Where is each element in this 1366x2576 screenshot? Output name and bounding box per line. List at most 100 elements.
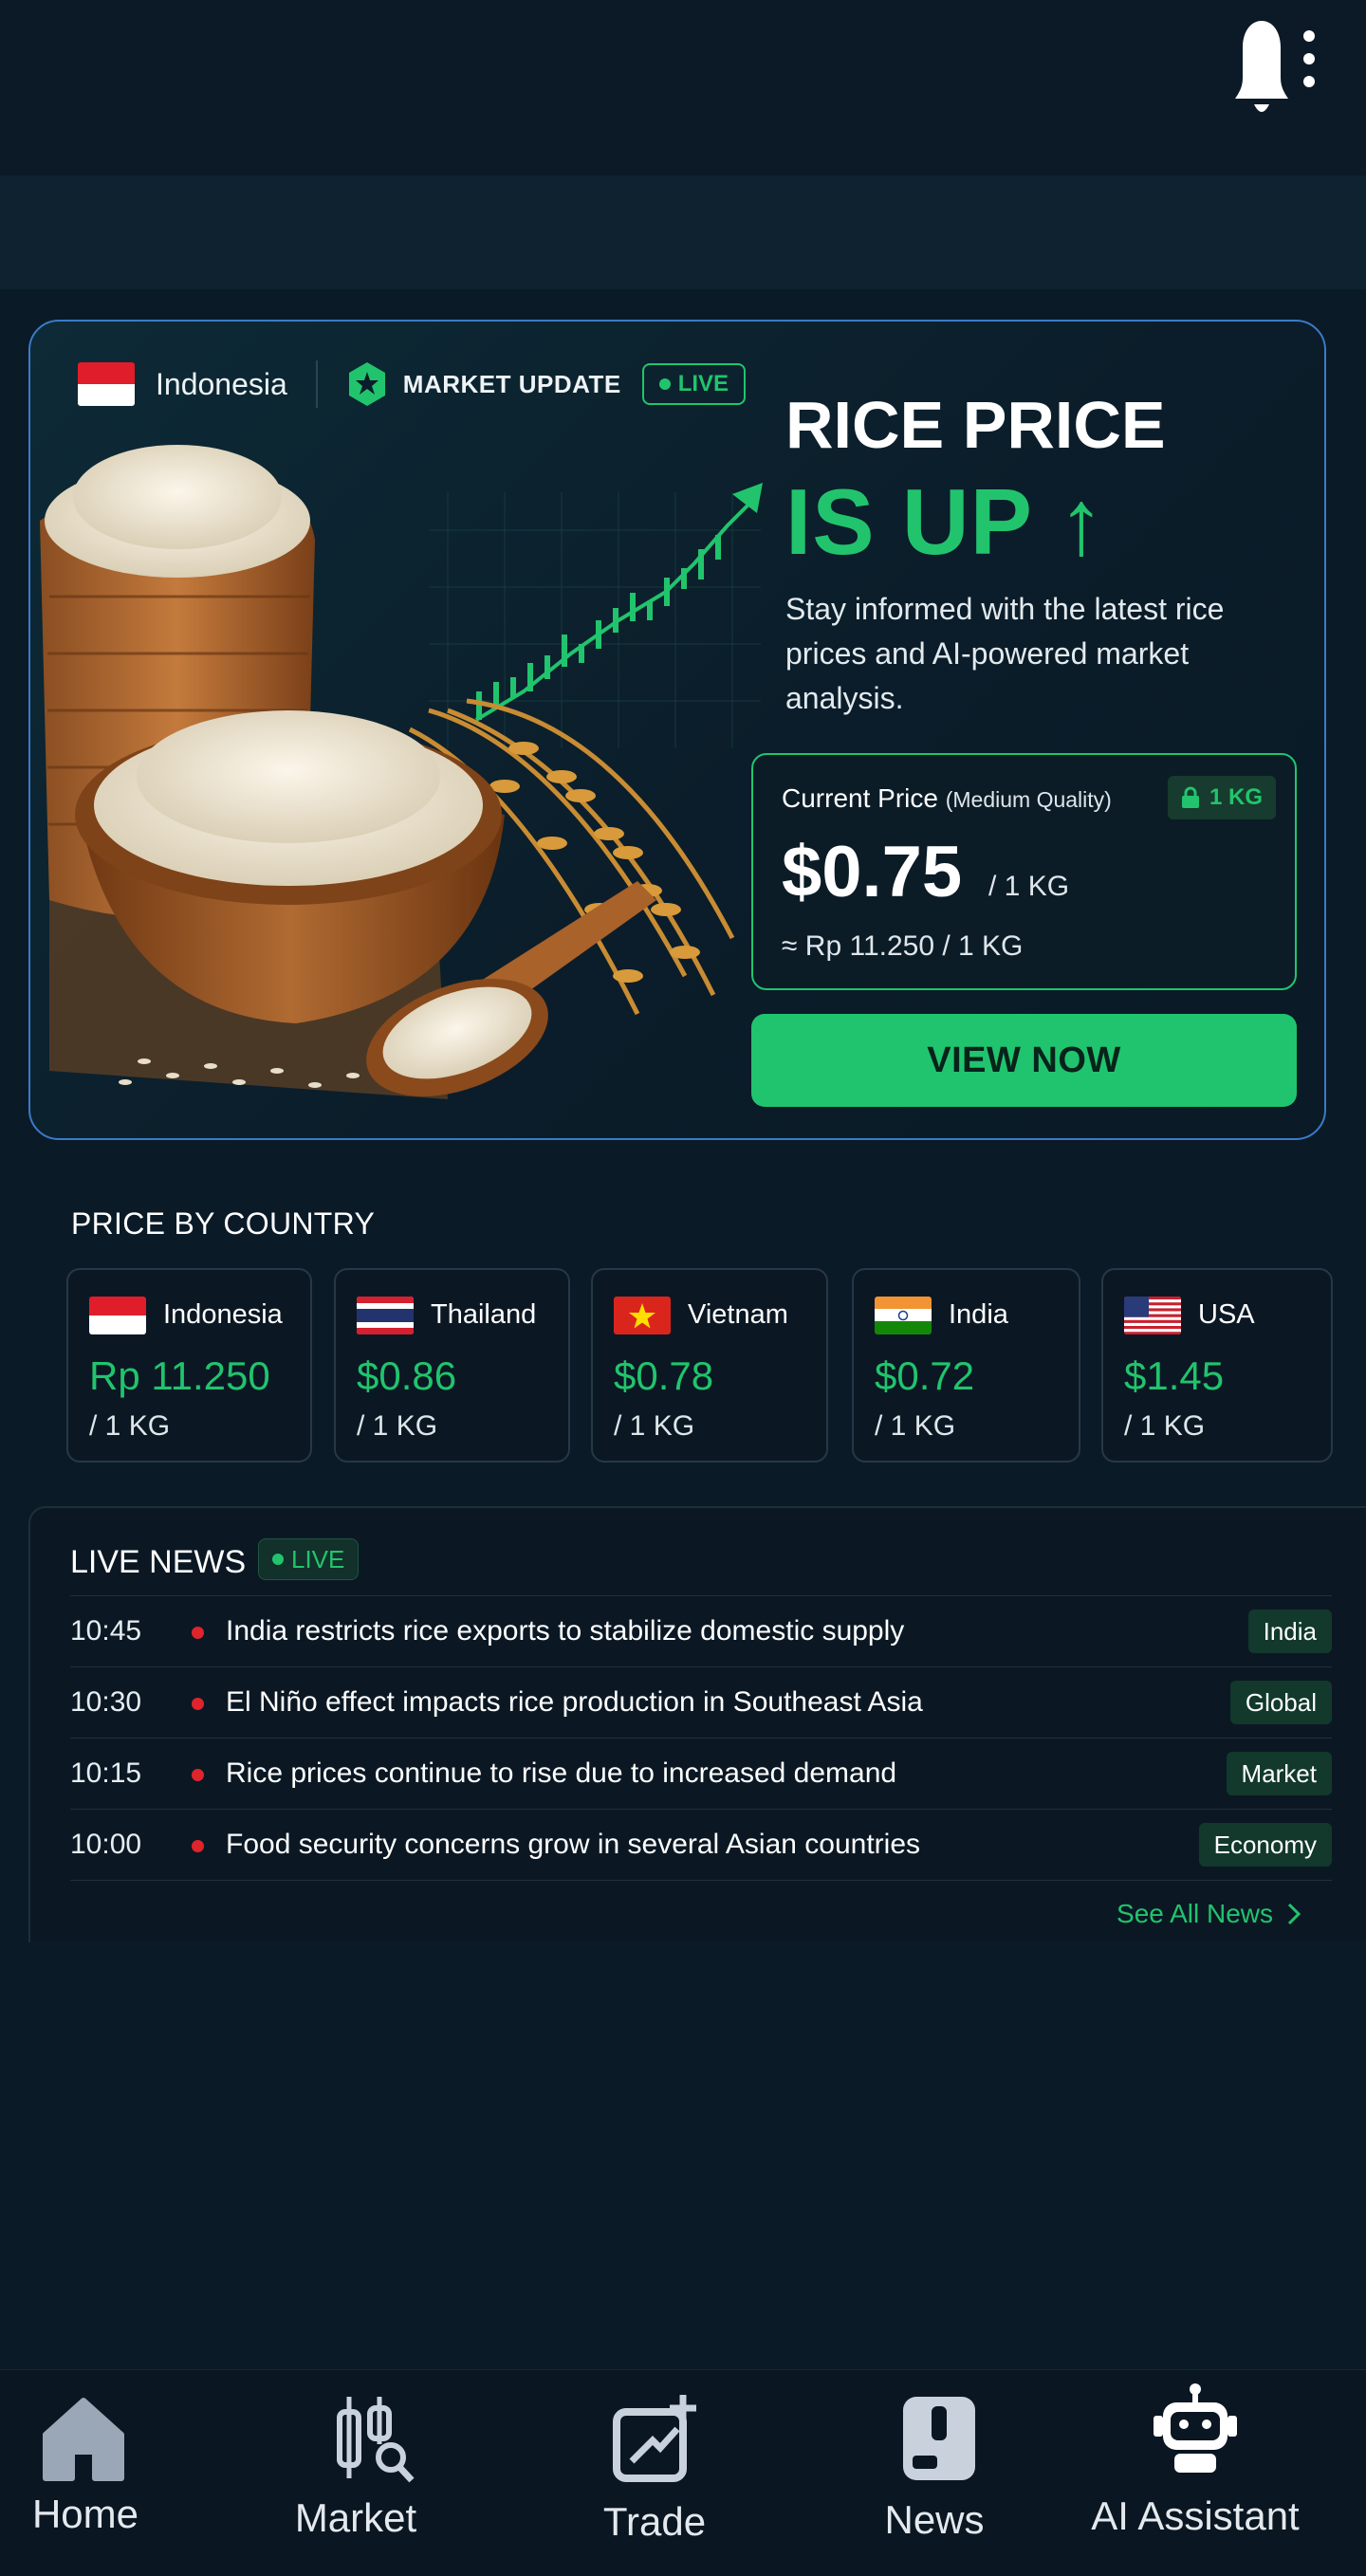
nav-label: Market xyxy=(294,2495,417,2540)
country-price: Rp 11.250 xyxy=(89,1353,270,1398)
unit-badge: 1 KG xyxy=(1167,776,1276,819)
nav-market[interactable]: Market xyxy=(232,2370,479,2576)
country-name: Indonesia xyxy=(163,1299,283,1330)
news-row[interactable]: 10:00 Food security concerns grow in sev… xyxy=(70,1809,1332,1880)
news-row[interactable]: 10:30 El Niño effect impacts rice produc… xyxy=(70,1666,1332,1738)
divider xyxy=(315,360,318,408)
country-unit: / 1 KG xyxy=(89,1410,171,1442)
see-all-news-link[interactable]: See All News xyxy=(1117,1899,1301,1929)
live-dot-icon xyxy=(272,1554,284,1565)
live-news-title: LIVE NEWS xyxy=(70,1544,247,1580)
news-tag[interactable]: India xyxy=(1247,1610,1332,1653)
news-tag[interactable]: Global xyxy=(1229,1681,1332,1724)
country-card-indonesia[interactable]: Indonesia Rp 11.250 / 1 KG xyxy=(66,1268,312,1463)
vietnam-flag-icon xyxy=(614,1297,671,1334)
nav-trade[interactable]: Trade xyxy=(531,2370,778,2576)
bell-icon[interactable] xyxy=(1231,17,1292,116)
country-card-usa[interactable]: USA $1.45 / 1 KG xyxy=(1101,1268,1333,1463)
price-by-country-title: PRICE BY COUNTRY xyxy=(71,1206,376,1241)
hero-tags: Indonesia MARKET UPDATE LIVE xyxy=(78,356,747,413)
badge-star-icon xyxy=(348,362,385,406)
country-unit: / 1 KG xyxy=(614,1410,695,1442)
country-name: USA xyxy=(1198,1299,1255,1330)
news-time: 10:00 xyxy=(70,1829,142,1860)
lock-icon xyxy=(1181,786,1199,808)
news-headline[interactable]: India restricts rice exports to stabiliz… xyxy=(226,1615,904,1647)
country-price: $0.78 xyxy=(614,1353,714,1398)
divider xyxy=(70,1880,1332,1881)
news-time: 10:15 xyxy=(70,1757,142,1789)
india-flag-icon xyxy=(875,1297,932,1334)
news-headline[interactable]: Rice prices continue to rise due to incr… xyxy=(226,1757,896,1790)
nav-label: Trade xyxy=(602,2499,707,2544)
nav-news[interactable]: News xyxy=(811,2370,1058,2576)
quality-label: (Medium Quality) xyxy=(945,787,1112,812)
news-time: 10:30 xyxy=(70,1686,142,1718)
news-headline[interactable]: Food security concerns grow in several A… xyxy=(226,1829,920,1861)
news-bullet-icon xyxy=(192,1698,204,1710)
news-icon xyxy=(903,2397,975,2480)
current-price-unit: / 1 KG xyxy=(988,871,1070,902)
news-bullet-icon xyxy=(192,1769,204,1781)
live-label: LIVE xyxy=(677,371,729,396)
news-row[interactable]: 10:45 India restricts rice exports to st… xyxy=(70,1595,1332,1666)
live-dot-icon xyxy=(658,378,671,390)
current-price-value: $0.75 xyxy=(782,832,963,912)
nav-label: News xyxy=(884,2497,985,2542)
trade-icon xyxy=(613,2395,696,2482)
country-unit: / 1 KG xyxy=(357,1410,438,1442)
live-news-badge-label: LIVE xyxy=(291,1544,345,1573)
live-news-badge: LIVE xyxy=(258,1538,360,1580)
usa-flag-icon xyxy=(1124,1297,1181,1334)
see-all-news-label[interactable]: See All News xyxy=(1117,1899,1273,1929)
live-news-panel: LIVE NEWS LIVE 10:45 India restricts ric… xyxy=(28,1506,1366,1942)
nav-label: AI Assistant xyxy=(1091,2493,1300,2538)
news-tag[interactable]: Market xyxy=(1226,1752,1332,1795)
country-card-vietnam[interactable]: Vietnam $0.78 / 1 KG xyxy=(591,1268,828,1463)
news-row[interactable]: 10:15 Rice prices continue to rise due t… xyxy=(70,1738,1332,1809)
country-name: India xyxy=(949,1299,1008,1330)
unit-badge-label: 1 KG xyxy=(1209,784,1263,810)
country-unit: / 1 KG xyxy=(875,1410,956,1442)
hero-description: Stay informed with the latest rice price… xyxy=(785,592,1225,715)
country-price: $0.72 xyxy=(875,1353,975,1398)
bottom-nav: Home Market Trade News AI Assistant xyxy=(0,2369,1366,2576)
news-time: 10:45 xyxy=(70,1615,142,1647)
thailand-flag-icon xyxy=(357,1297,414,1334)
country-card-thailand[interactable]: Thailand $0.86 / 1 KG xyxy=(334,1268,570,1463)
market-icon xyxy=(337,2397,415,2483)
country-name: Thailand xyxy=(431,1299,537,1330)
news-bullet-icon xyxy=(192,1840,204,1852)
robot-icon xyxy=(1154,2383,1237,2473)
home-icon xyxy=(43,2398,124,2481)
hero-title-line2: IS UP ↑ xyxy=(785,469,1106,574)
nav-label: Home xyxy=(31,2492,139,2536)
news-bullet-icon xyxy=(192,1627,204,1639)
country-price: $0.86 xyxy=(357,1353,457,1398)
country-unit: / 1 KG xyxy=(1124,1410,1206,1442)
live-badge: LIVE xyxy=(641,363,747,405)
hero-country: Indonesia xyxy=(156,366,287,401)
top-bar xyxy=(0,0,1366,175)
country-card-india[interactable]: India $0.72 / 1 KG xyxy=(852,1268,1080,1463)
current-price-box: Current Price (Medium Quality) 1 KG $0.7… xyxy=(751,753,1297,990)
hero-card[interactable]: Indonesia MARKET UPDATE LIVE RICE PRICE … xyxy=(28,320,1326,1140)
view-now-button[interactable]: VIEW NOW xyxy=(751,1014,1297,1107)
country-price: $1.45 xyxy=(1124,1353,1225,1398)
converted-price: ≈ Rp 11.250 / 1 KG xyxy=(782,930,1024,962)
current-price-label: Current Price (Medium Quality) xyxy=(782,783,1112,814)
country-name: Vietnam xyxy=(688,1299,788,1330)
top-band xyxy=(0,175,1366,289)
market-update-label: MARKET UPDATE xyxy=(402,369,621,398)
kebab-menu-icon[interactable] xyxy=(1300,28,1319,89)
nav-ai-assistant[interactable]: AI Assistant xyxy=(1072,2370,1319,2576)
indonesia-flag-icon xyxy=(78,362,135,406)
indonesia-flag-icon xyxy=(89,1297,146,1334)
rice-illustration xyxy=(40,445,763,1099)
nav-home[interactable]: Home xyxy=(0,2370,171,2576)
hero-title-line1: RICE PRICE xyxy=(785,388,1166,462)
chevron-right-icon xyxy=(1287,1903,1301,1925)
news-tag[interactable]: Economy xyxy=(1198,1823,1332,1867)
news-headline[interactable]: El Niño effect impacts rice production i… xyxy=(226,1686,923,1719)
current-price-label-text: Current Price xyxy=(782,783,938,813)
